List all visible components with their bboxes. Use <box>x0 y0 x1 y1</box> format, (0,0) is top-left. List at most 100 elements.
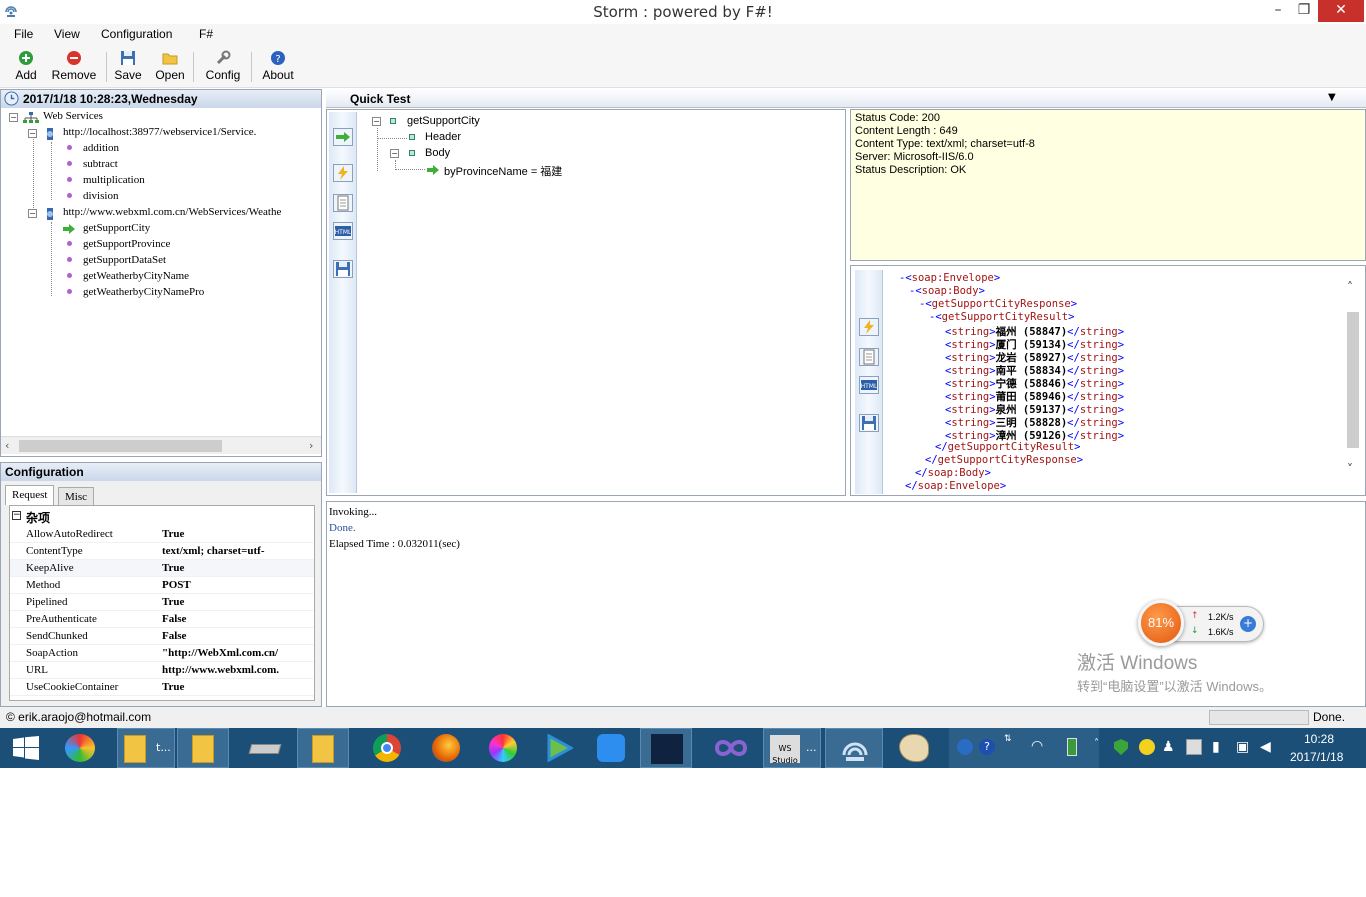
service2-collapse[interactable]: − <box>28 209 37 218</box>
method-getweatherbycitynamepro[interactable]: getWeatherbyCityNamePro <box>83 286 204 298</box>
tray-qq-icon[interactable]: ♟ <box>1162 739 1175 755</box>
parameter-province-name[interactable]: byProvinceName = 福建 <box>444 163 562 179</box>
tray-arrows-icon[interactable]: ⇅ <box>1004 734 1012 744</box>
method-getsupportprovince[interactable]: getSupportProvince <box>83 238 170 250</box>
restore-button[interactable]: ❐ <box>1287 0 1321 22</box>
close-button[interactable]: ✕ <box>1318 0 1364 22</box>
dropdown-arrow-icon[interactable]: ▼ <box>1328 92 1336 103</box>
plus-icon[interactable]: + <box>1240 616 1256 632</box>
taskbar-folder[interactable] <box>177 728 229 768</box>
method-icon <box>67 273 72 278</box>
tab-misc[interactable]: Misc <box>58 487 94 505</box>
taskbar-explorer[interactable]: t... <box>117 728 175 768</box>
config-button[interactable]: Config <box>202 50 244 82</box>
scrollbar-thumb[interactable] <box>19 440 222 452</box>
scroll-right-icon[interactable]: › <box>309 439 313 452</box>
vertical-scrollbar[interactable]: ˄ ˅ <box>1345 280 1361 480</box>
menu-file[interactable]: File <box>14 27 33 41</box>
tab-request[interactable]: Request <box>5 485 55 505</box>
request-header-node[interactable]: Header <box>425 131 461 143</box>
method-getweatherbycityname[interactable]: getWeatherbyCityName <box>83 270 189 282</box>
taskbar-folder2[interactable] <box>297 728 349 768</box>
document-icon[interactable] <box>333 194 353 212</box>
tray-help-icon[interactable]: ? <box>979 739 995 755</box>
property-row[interactable]: Method POST <box>10 577 314 594</box>
method-addition[interactable]: addition <box>83 142 119 154</box>
taskbar-chrome[interactable] <box>361 728 413 768</box>
taskbar-paint[interactable] <box>887 728 939 768</box>
method-getsupportdataset[interactable]: getSupportDataSet <box>83 254 166 266</box>
request-root-collapse[interactable]: − <box>372 117 381 126</box>
document-icon[interactable] <box>859 348 879 366</box>
request-body-node[interactable]: Body <box>425 147 450 159</box>
body-collapse[interactable]: − <box>390 149 399 158</box>
tray-plus-icon[interactable] <box>1139 739 1155 755</box>
tray-network-globe-icon[interactable] <box>957 739 973 755</box>
remove-button[interactable]: Remove <box>49 50 99 82</box>
scroll-left-icon[interactable]: ‹ <box>5 439 9 452</box>
menu-fsharp[interactable]: F# <box>199 27 213 41</box>
taskbar-ws-studio[interactable]: WS Studio... <box>763 728 821 768</box>
save-disk-icon[interactable] <box>859 414 879 432</box>
invoke-arrow-icon[interactable] <box>333 128 353 146</box>
lightning-icon[interactable] <box>859 318 879 336</box>
taskbar-app-pinwheel[interactable] <box>54 728 106 768</box>
service2-url[interactable]: http://www.webxml.com.cn/WebServices/Wea… <box>63 206 281 218</box>
add-button[interactable]: Add <box>11 50 41 82</box>
request-root-node[interactable]: getSupportCity <box>407 115 480 127</box>
horizontal-scrollbar[interactable]: ‹ › <box>1 436 321 454</box>
taskbar-photos[interactable] <box>477 728 529 768</box>
lightning-icon[interactable] <box>333 164 353 182</box>
web-services-collapse[interactable]: − <box>9 113 18 122</box>
property-row[interactable]: ContentType text/xml; charset=utf- <box>10 543 314 560</box>
html-icon[interactable]: HTML <box>859 376 879 394</box>
tray-battery-icon[interactable] <box>1067 738 1077 756</box>
taskbar-media-player[interactable] <box>533 728 585 768</box>
menu-view[interactable]: View <box>54 27 80 41</box>
tray-wifi-icon[interactable]: ◠ <box>1031 738 1043 754</box>
scroll-down-icon[interactable]: ˅ <box>1347 462 1353 476</box>
web-services-node[interactable]: Web Services <box>43 110 103 122</box>
tray-date[interactable]: 2017/1/18 <box>1290 750 1343 764</box>
taskbar-visual-studio[interactable] <box>704 728 756 768</box>
tray-time[interactable]: 10:28 <box>1304 732 1334 746</box>
tray-expand-icon[interactable]: ˄ <box>1094 738 1099 749</box>
method-subtract[interactable]: subtract <box>83 158 118 170</box>
scrollbar-thumb[interactable] <box>1347 312 1359 448</box>
network-speed-widget[interactable]: 81% ↑ 1.2K/s ↓ 1.6K/s + <box>1138 600 1264 648</box>
taskbar-storm[interactable] <box>825 728 883 768</box>
tray-shield-icon[interactable] <box>1114 739 1128 755</box>
save-button[interactable]: Save <box>113 50 143 82</box>
scroll-up-icon[interactable]: ˄ <box>1347 280 1353 294</box>
tray-mail-icon[interactable] <box>1186 739 1202 755</box>
quick-test-header: Quick Test ▼ <box>326 89 1366 108</box>
taskbar-drive[interactable] <box>238 728 290 768</box>
property-row[interactable]: URL http://www.webxml.com. <box>10 662 314 679</box>
service1-collapse[interactable]: − <box>28 129 37 138</box>
category-collapse-icon[interactable]: − <box>12 511 21 520</box>
save-disk-icon[interactable] <box>333 260 353 278</box>
html-icon[interactable]: HTML <box>333 222 353 240</box>
method-multiplication[interactable]: multiplication <box>83 174 145 186</box>
quick-test-title[interactable]: Quick Test <box>350 92 410 106</box>
taskbar-notes[interactable] <box>585 728 637 768</box>
property-row[interactable]: PreAuthenticate False <box>10 611 314 628</box>
taskbar-firefox[interactable] <box>420 728 472 768</box>
menu-configuration[interactable]: Configuration <box>101 27 172 41</box>
method-division[interactable]: division <box>83 190 118 202</box>
start-button[interactable] <box>0 728 52 768</box>
property-row[interactable]: Pipelined True <box>10 594 314 611</box>
method-getsupportcity[interactable]: getSupportCity <box>83 222 150 234</box>
open-button[interactable]: Open <box>153 50 187 82</box>
taskbar-app-dark[interactable] <box>640 728 692 768</box>
property-row[interactable]: UseCookieContainer True <box>10 679 314 696</box>
property-row[interactable]: AllowAutoRedirect True <box>10 526 314 543</box>
property-row[interactable]: SendChunked False <box>10 628 314 645</box>
tray-display-icon[interactable]: ▣ <box>1236 739 1249 755</box>
tray-device-icon[interactable]: ▮ <box>1212 739 1220 755</box>
about-button[interactable]: ? About <box>258 50 298 82</box>
service1-url[interactable]: http://localhost:38977/webservice1/Servi… <box>63 126 256 138</box>
property-row[interactable]: SoapAction "http://WebXml.com.cn/ <box>10 645 314 662</box>
tray-volume-icon[interactable]: ◀ <box>1260 739 1271 755</box>
property-row[interactable]: KeepAlive True <box>10 560 314 577</box>
